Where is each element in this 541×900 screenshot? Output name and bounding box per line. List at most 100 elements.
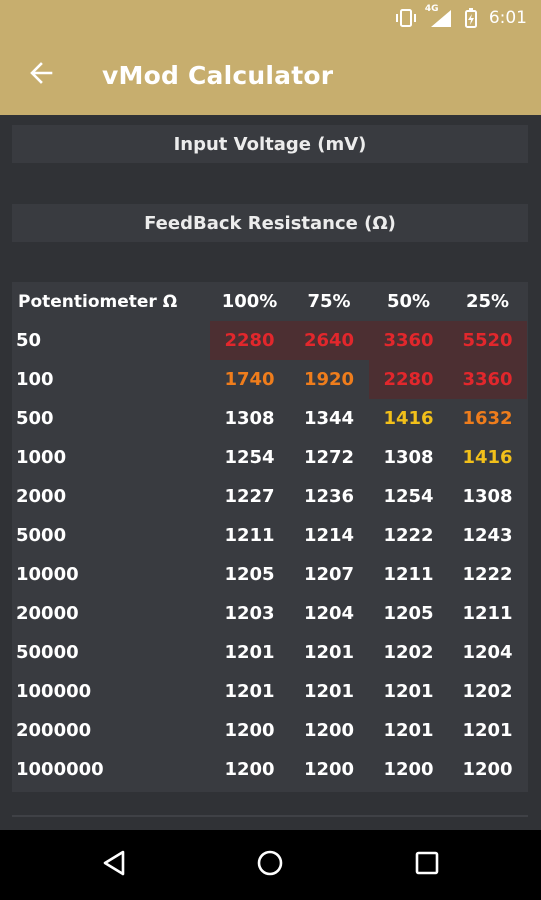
table-cell: 1222	[462, 564, 513, 585]
table-cell: 1416	[383, 408, 434, 429]
clock: 6:01	[488, 8, 527, 28]
table-cell: 1272	[303, 447, 355, 468]
table-cell: 5520	[448, 321, 527, 360]
table-header-row: Potentiometer Ω 100% 75% 50% 25%	[12, 282, 528, 321]
network-type: 4G	[424, 4, 439, 14]
table-cell: 1201	[303, 681, 355, 702]
table-row: 2000 1227 1236 1254 1308	[12, 477, 528, 516]
toolbar: vMod Calculator	[0, 38, 541, 112]
status-bar: 4G 6:01	[0, 0, 541, 36]
row-pot: 50	[16, 330, 42, 351]
table-cell: 1201	[383, 681, 434, 702]
table-row: 1000 1254 1272 1308 1416	[12, 438, 528, 477]
input-voltage-hint: Input Voltage (mV)	[173, 133, 367, 155]
table-cell: 1200	[383, 759, 434, 780]
table-cell: 1416	[462, 447, 513, 468]
table-cell: 1200	[303, 759, 355, 780]
table-cell: 1632	[462, 408, 513, 429]
arrow-back-icon	[29, 61, 53, 89]
row-pot: 1000000	[16, 759, 104, 780]
row-pot: 100	[16, 369, 54, 390]
table-cell: 1211	[383, 564, 434, 585]
table-cell: 1202	[383, 642, 434, 663]
header-potentiometer: Potentiometer Ω	[18, 291, 178, 312]
feedback-resistance-field[interactable]: FeedBack Resistance (Ω)	[12, 204, 528, 242]
row-pot: 200000	[16, 720, 92, 741]
app-bar: 4G 6:01 vMod Calculator	[0, 0, 541, 115]
row-pot: 10000	[16, 564, 79, 585]
system-nav-bar	[0, 830, 541, 900]
row-pot: 5000	[16, 525, 67, 546]
row-pot: 20000	[16, 603, 79, 624]
table-cell: 1200	[224, 759, 275, 780]
row-pot: 500	[16, 408, 54, 429]
results-table: Potentiometer Ω 100% 75% 50% 25% 50 2280…	[12, 282, 528, 792]
table-cell: 1243	[462, 525, 513, 546]
row-pot: 100000	[16, 681, 92, 702]
table-cell: 1205	[383, 603, 434, 624]
table-row: 1000000 1200 1200 1200 1200	[12, 750, 528, 789]
table-cell: 1308	[383, 447, 434, 468]
table-row: 5000 1211 1214 1222 1243	[12, 516, 528, 555]
table-cell: 1308	[462, 486, 513, 507]
table-cell: 1207	[303, 564, 355, 585]
table-row: 50000 1201 1201 1202 1204	[12, 633, 528, 672]
header-50: 50%	[386, 291, 431, 312]
table-cell: 1920	[303, 369, 355, 390]
table-cell: 1200	[224, 720, 275, 741]
table-cell: 1204	[462, 642, 513, 663]
table-cell: 1202	[462, 681, 513, 702]
table-cell: 1222	[383, 525, 434, 546]
table-cell: 2280	[210, 321, 289, 360]
nav-home-button[interactable]	[245, 840, 295, 890]
table-row: 100 1740 1920 2280 3360	[12, 360, 528, 399]
nav-back-button[interactable]	[89, 840, 139, 890]
back-button[interactable]	[22, 56, 60, 94]
divider	[12, 815, 528, 817]
row-pot: 50000	[16, 642, 79, 663]
header-25: 25%	[465, 291, 510, 312]
table-cell: 1204	[303, 603, 355, 624]
table-cell: 2280	[369, 360, 448, 399]
input-voltage-field[interactable]: Input Voltage (mV)	[12, 125, 528, 163]
row-pot: 1000	[16, 447, 67, 468]
vibrate-icon	[395, 9, 417, 27]
table-row: 50 2280 2640 3360 5520	[12, 321, 528, 360]
table-cell: 1205	[224, 564, 275, 585]
table-cell: 1344	[303, 408, 355, 429]
table-cell: 1740	[224, 369, 275, 390]
table-cell: 1203	[224, 603, 275, 624]
battery-charging-icon	[464, 8, 477, 28]
feedback-resistance-hint: FeedBack Resistance (Ω)	[144, 212, 396, 234]
table-cell: 1200	[303, 720, 355, 741]
home-circle-icon	[256, 849, 284, 881]
table-cell: 1308	[224, 408, 275, 429]
table-row: 20000 1203 1204 1205 1211	[12, 594, 528, 633]
signal-icon: 4G	[425, 4, 453, 28]
nav-recents-button[interactable]	[402, 840, 452, 890]
table-cell: 1254	[224, 447, 275, 468]
table-row: 200000 1200 1200 1201 1201	[12, 711, 528, 750]
header-100: 100%	[221, 291, 278, 312]
table-cell: 2640	[289, 321, 369, 360]
table-cell: 1227	[224, 486, 275, 507]
table-cell: 1211	[224, 525, 275, 546]
table-cell: 1201	[224, 681, 275, 702]
table-row: 100000 1201 1201 1201 1202	[12, 672, 528, 711]
header-75: 75%	[307, 291, 351, 312]
table-cell: 1201	[383, 720, 434, 741]
table-cell: 3360	[369, 321, 448, 360]
back-triangle-icon	[101, 849, 127, 881]
row-pot: 2000	[16, 486, 67, 507]
table-row: 10000 1205 1207 1211 1222	[12, 555, 528, 594]
recents-square-icon	[415, 851, 439, 879]
table-cell: 1200	[462, 759, 513, 780]
table-cell: 3360	[448, 360, 527, 399]
table-cell: 1211	[462, 603, 513, 624]
page-title: vMod Calculator	[102, 60, 334, 90]
table-cell: 1201	[303, 642, 355, 663]
table-cell: 1254	[383, 486, 434, 507]
table-cell: 1201	[462, 720, 513, 741]
table-cell: 1236	[303, 486, 355, 507]
table-cell: 1214	[303, 525, 355, 546]
